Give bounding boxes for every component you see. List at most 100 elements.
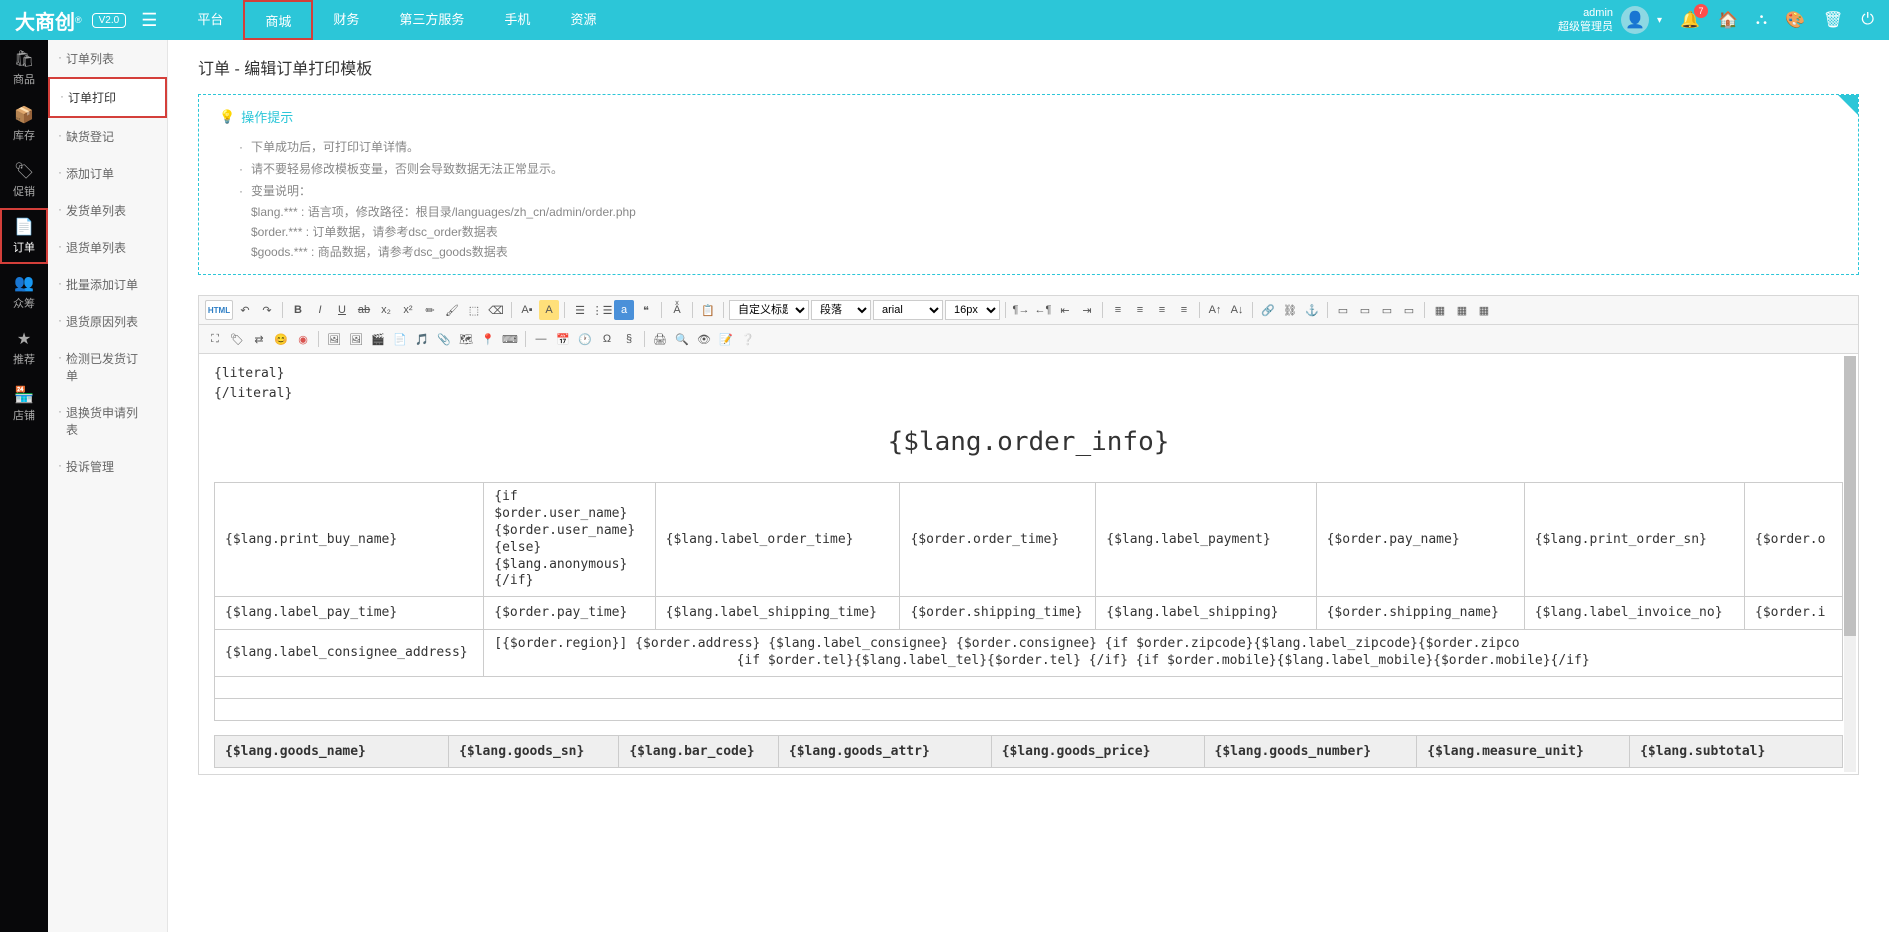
img-center-icon[interactable]: ▭ — [1355, 300, 1375, 320]
sub-return-reason[interactable]: 退货原因列表 — [48, 303, 167, 340]
sub-shortage[interactable]: 缺货登记 — [48, 118, 167, 155]
power-icon[interactable]: ⏻ — [1861, 11, 1874, 29]
align-left-icon[interactable]: ≡ — [1108, 300, 1128, 320]
editor-scrollbar-thumb[interactable] — [1844, 356, 1856, 636]
preview-icon[interactable]: 🔍 — [672, 329, 692, 349]
anchor-icon[interactable]: a — [614, 300, 634, 320]
rail-stock[interactable]: 📦库存 — [0, 96, 48, 152]
image-icon[interactable]: 🖼 — [324, 329, 344, 349]
clear-styles-icon[interactable]: Aͯ — [667, 300, 687, 320]
sitemap-icon[interactable]: ⛬ — [1756, 11, 1767, 29]
gmap-icon[interactable]: 📍 — [478, 329, 498, 349]
paragraph-select[interactable]: 段落 — [811, 300, 871, 320]
convert-icon[interactable]: ⇄ — [249, 329, 269, 349]
fontsize-select[interactable]: 16px — [945, 300, 1000, 320]
special-char-icon[interactable]: Ω — [597, 329, 617, 349]
img-none-icon[interactable]: ▭ — [1399, 300, 1419, 320]
editor-scrollbar[interactable] — [1844, 356, 1856, 772]
drafts-icon[interactable]: 📝 — [716, 329, 736, 349]
rail-recommend[interactable]: ★推荐 — [0, 320, 48, 376]
nav-resource[interactable]: 资源 — [550, 0, 616, 40]
sub-shipped-check[interactable]: 检测已发货订单 — [48, 340, 167, 394]
nav-platform[interactable]: 平台 — [177, 0, 243, 40]
ordered-list-icon[interactable]: ☰ — [570, 300, 590, 320]
music-icon[interactable]: 🎵 — [412, 329, 432, 349]
sub-refund-apply[interactable]: 退换货申请列表 — [48, 394, 167, 448]
upper-icon[interactable]: A↑ — [1205, 300, 1225, 320]
notification-icon[interactable]: 🔔 7 — [1680, 10, 1700, 30]
rail-shop[interactable]: 🏪店铺 — [0, 376, 48, 432]
select-all-icon[interactable]: ⬚ — [464, 300, 484, 320]
redo-icon[interactable]: ↷ — [257, 300, 277, 320]
sub-complaint[interactable]: 投诉管理 — [48, 448, 167, 485]
trash-icon[interactable]: 🗑 — [1823, 10, 1843, 30]
sub-batch-add[interactable]: 批量添加订单 — [48, 266, 167, 303]
table-props-icon[interactable]: ▦ — [1452, 300, 1472, 320]
unlink-icon[interactable]: ⛓ — [1280, 300, 1300, 320]
sub-return-list[interactable]: 退货单列表 — [48, 229, 167, 266]
unordered-list-icon[interactable]: ⋮☰ — [592, 300, 612, 320]
nav-mobile[interactable]: 手机 — [484, 0, 550, 40]
lower-icon[interactable]: A↓ — [1227, 300, 1247, 320]
undo-icon[interactable]: ↶ — [235, 300, 255, 320]
section-icon[interactable]: § — [619, 329, 639, 349]
rail-goods[interactable]: 🛍商品 — [0, 40, 48, 96]
align-justify-icon[interactable]: ≡ — [1174, 300, 1194, 320]
table-delete-icon[interactable]: ▦ — [1474, 300, 1494, 320]
rail-promo[interactable]: 🏷促销 — [0, 152, 48, 208]
ltr-icon[interactable]: ¶→ — [1011, 300, 1031, 320]
code-icon[interactable]: ⌨ — [500, 329, 520, 349]
img-left-icon[interactable]: ▭ — [1333, 300, 1353, 320]
html-source-button[interactable]: HTML — [205, 300, 233, 320]
indent-left-icon[interactable]: ⇤ — [1055, 300, 1075, 320]
palette-icon[interactable]: 🎨 — [1785, 10, 1805, 30]
align-center-icon[interactable]: ≡ — [1130, 300, 1150, 320]
superscript-icon[interactable]: x² — [398, 300, 418, 320]
paste-icon[interactable]: 📋 — [698, 300, 718, 320]
doc-icon[interactable]: 📄 — [390, 329, 410, 349]
bold-icon[interactable]: B — [288, 300, 308, 320]
search-icon[interactable]: 👁 — [694, 329, 714, 349]
highlight-icon[interactable]: ✏ — [420, 300, 440, 320]
nav-third-party[interactable]: 第三方服务 — [379, 0, 484, 40]
subscript-icon[interactable]: x₂ — [376, 300, 396, 320]
font-select[interactable]: arial — [873, 300, 943, 320]
time-icon[interactable]: 🕐 — [575, 329, 595, 349]
nav-mall[interactable]: 商城 — [243, 0, 313, 40]
link-icon[interactable]: 🔗 — [1258, 300, 1278, 320]
menu-toggle-icon[interactable]: ☰ — [141, 10, 157, 31]
attachment-icon[interactable]: 📎 — [434, 329, 454, 349]
rail-order[interactable]: 📄订单 — [0, 208, 48, 264]
font-color-icon[interactable]: A▪ — [517, 300, 537, 320]
align-right-icon[interactable]: ≡ — [1152, 300, 1172, 320]
help-icon[interactable]: ❔ — [738, 329, 758, 349]
hr-icon[interactable]: — — [531, 329, 551, 349]
tag-icon[interactable]: 🏷 — [227, 329, 247, 349]
insert-table-icon[interactable]: ▦ — [1430, 300, 1450, 320]
video-icon[interactable]: 🎬 — [368, 329, 388, 349]
clear-format-icon[interactable]: ⌫ — [486, 300, 506, 320]
rail-crowd[interactable]: 👥众筹 — [0, 264, 48, 320]
anchor-link-icon[interactable]: ⚓ — [1302, 300, 1322, 320]
underline-icon[interactable]: U — [332, 300, 352, 320]
print-icon[interactable]: 🖨 — [650, 329, 670, 349]
blockquote-icon[interactable]: ❝ — [636, 300, 656, 320]
heading-select[interactable]: 自定义标题 — [729, 300, 809, 320]
sub-order-print[interactable]: 订单打印 — [48, 77, 167, 118]
sub-delivery-list[interactable]: 发货单列表 — [48, 192, 167, 229]
sub-order-list[interactable]: 订单列表 — [48, 40, 167, 77]
multi-image-icon[interactable]: 🖼 — [346, 329, 366, 349]
img-right-icon[interactable]: ▭ — [1377, 300, 1397, 320]
nav-finance[interactable]: 财务 — [313, 0, 379, 40]
rtl-icon[interactable]: ←¶ — [1033, 300, 1053, 320]
user-section[interactable]: admin 超级管理员 👤 ▾ — [1558, 6, 1662, 34]
fullscreen-icon[interactable]: ⛶ — [205, 329, 225, 349]
format-painter-icon[interactable]: 🖌 — [442, 300, 462, 320]
tip-corner-icon[interactable] — [1838, 95, 1858, 115]
map-icon[interactable]: 🗺 — [456, 329, 476, 349]
emoji-icon[interactable]: 😊 — [271, 329, 291, 349]
editor-body[interactable]: {literal} {/literal} {$lang.order_info} … — [199, 354, 1858, 774]
italic-icon[interactable]: I — [310, 300, 330, 320]
indent-right-icon[interactable]: ⇥ — [1077, 300, 1097, 320]
date-icon[interactable]: 📅 — [553, 329, 573, 349]
